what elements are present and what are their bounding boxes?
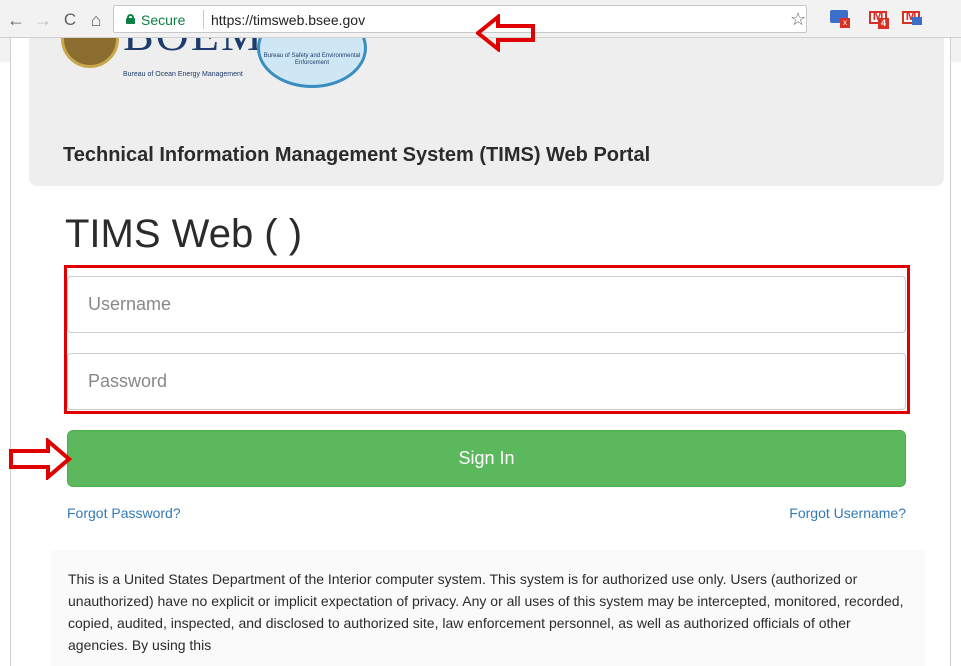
url-text[interactable]: https://timsweb.bsee.gov [211,12,365,28]
lock-icon [126,14,135,24]
gmail-notifier-icon[interactable]: M [902,8,922,26]
arrow-left-icon[interactable]: ← [6,10,26,30]
gmail-checker-icon[interactable]: M 4 [869,8,889,29]
gmail-badge: 4 [878,18,889,29]
sign-in-button[interactable]: Sign In [67,430,906,487]
screen-share-extension-icon[interactable]: x [830,10,850,28]
reload-icon[interactable]: C [60,10,80,30]
usage-notice: This is a United States Department of th… [50,550,925,666]
home-icon[interactable]: ⌂ [86,10,106,30]
address-bar[interactable]: Secure https://timsweb.bsee.gov ☆ [113,5,807,33]
arrow-right-icon[interactable]: → [33,10,53,30]
portal-title: Technical Information Management System … [63,144,651,166]
agency-logos: BOEM Bureau of Ocean Energy Management B… [61,38,367,90]
signin-annotation-arrow-icon [9,438,72,480]
page-title: TIMS Web ( ) [65,212,303,256]
bsee-logo: Bureau of Safety and Environmental Enfor… [257,38,367,88]
address-separator [203,10,204,29]
bsee-logo-text: Bureau of Safety and Environmental Enfor… [263,53,361,66]
forgot-password-link[interactable]: Forgot Password? [67,505,181,521]
url-annotation-arrow-icon [476,14,535,52]
boem-logo: BOEM [123,38,264,61]
doi-seal-icon [61,38,119,68]
bookmark-star-icon[interactable]: ☆ [790,9,806,30]
secure-label: Secure [141,12,186,28]
boem-logo-subtitle: Bureau of Ocean Energy Management [123,71,243,78]
forgot-username-link[interactable]: Forgot Username? [789,505,906,521]
credentials-highlight-box [64,265,910,414]
